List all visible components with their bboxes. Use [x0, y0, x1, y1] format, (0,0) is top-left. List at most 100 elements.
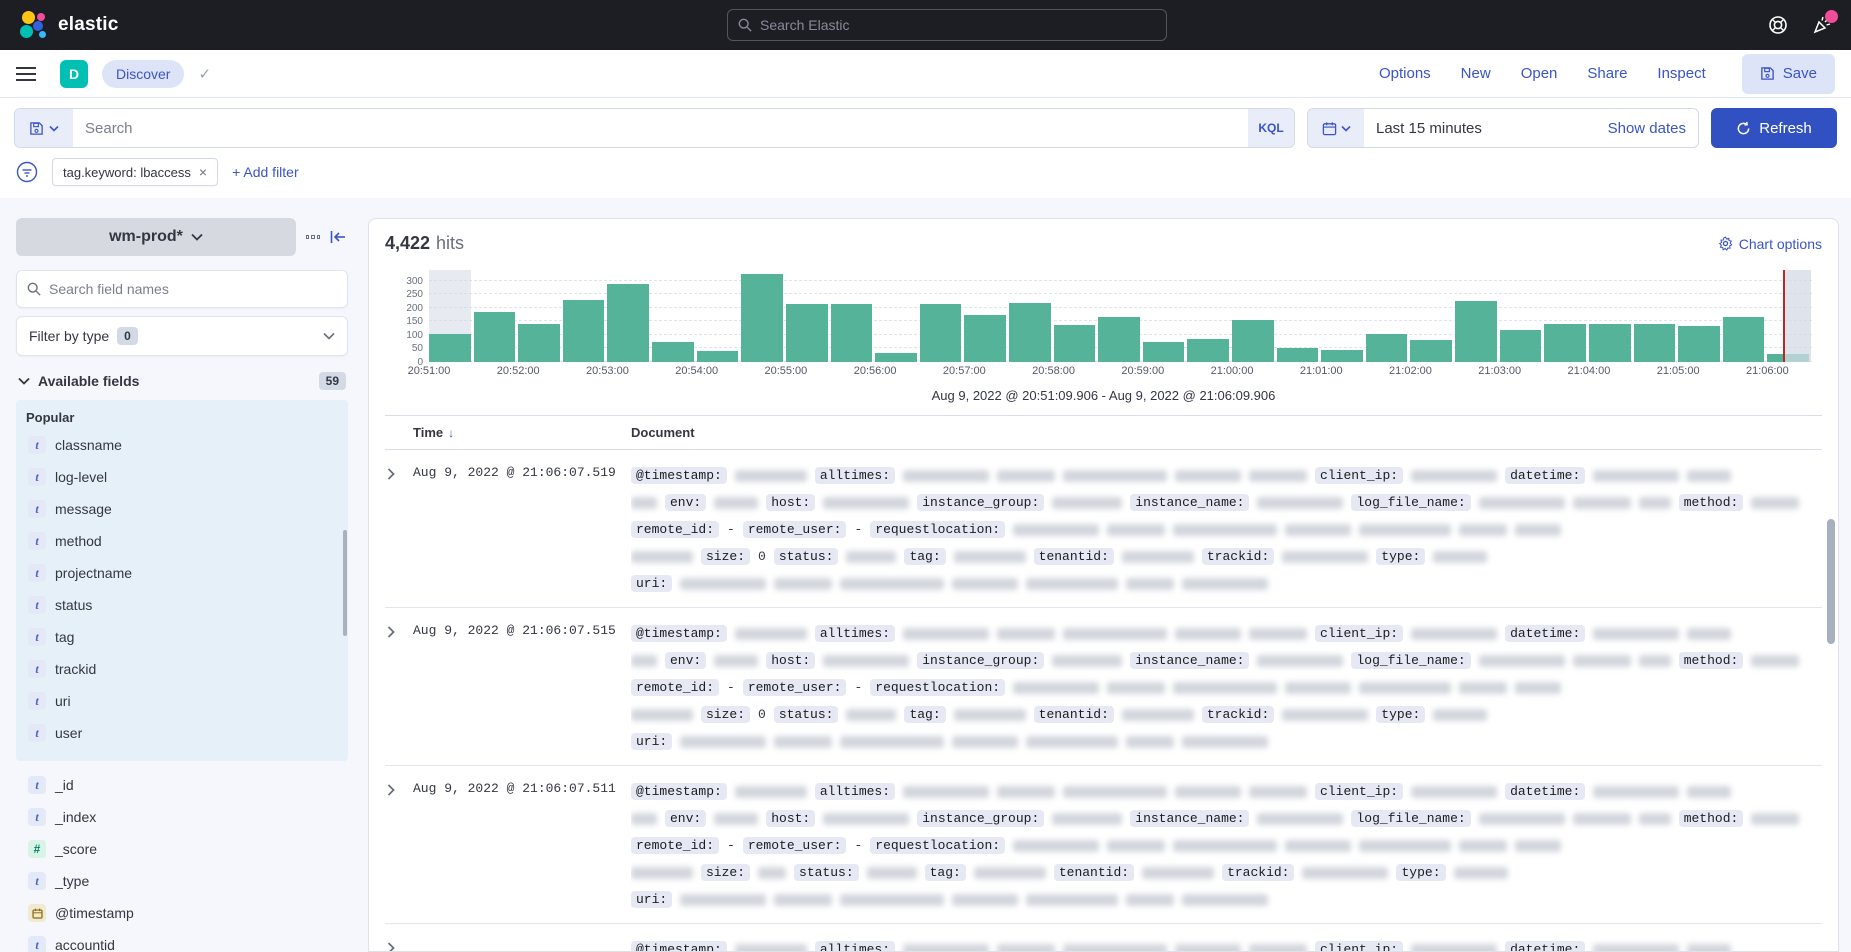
histogram-bar[interactable]: [1500, 330, 1542, 362]
field-item-trackid[interactable]: ttrackid: [26, 653, 338, 685]
histogram-bar[interactable]: [1098, 317, 1140, 362]
field-search-input[interactable]: Search field names: [16, 270, 348, 308]
row-timestamp: Aug 9, 2022 @ 21:06:07.511: [413, 778, 631, 913]
redacted-value: [1515, 840, 1561, 852]
document-row: Aug 9, 2022 @ 21:06:07.515@timestamp:all…: [385, 608, 1822, 766]
histogram-bar[interactable]: [1410, 340, 1452, 362]
elastic-logo[interactable]: elastic: [18, 10, 119, 40]
histogram-bar[interactable]: [1634, 324, 1676, 362]
chart-options-button[interactable]: Chart options: [1718, 236, 1822, 252]
global-search-input[interactable]: Search Elastic: [727, 9, 1167, 41]
inspect-link[interactable]: Inspect: [1657, 65, 1705, 82]
show-dates-button[interactable]: Show dates: [1596, 109, 1698, 147]
redacted-value: [1052, 497, 1122, 509]
available-fields-header[interactable]: Available fields 59: [16, 372, 348, 390]
field-item-accountid[interactable]: taccountid: [26, 929, 338, 952]
date-quick-menu-button[interactable]: [1308, 109, 1364, 147]
histogram-bar[interactable]: [1009, 303, 1051, 362]
menu-icon[interactable]: [16, 67, 36, 81]
add-filter-button[interactable]: + Add filter: [232, 164, 299, 180]
histogram-bar[interactable]: [1277, 348, 1319, 362]
field-item-uri[interactable]: turi: [26, 685, 338, 717]
expand-row-icon[interactable]: [385, 623, 403, 641]
field-label-badge: instance_name:: [1130, 810, 1249, 827]
histogram-bar[interactable]: [1232, 320, 1274, 362]
field-item-status[interactable]: tstatus: [26, 589, 338, 621]
histogram-bar[interactable]: [875, 353, 917, 362]
histogram-bar[interactable]: [607, 284, 649, 362]
filter-menu-icon[interactable]: [16, 161, 38, 183]
histogram-bar[interactable]: [1143, 342, 1185, 362]
results-scrollbar[interactable]: [1827, 519, 1835, 644]
filter-by-type-select[interactable]: Filter by type 0: [16, 316, 348, 356]
field-item-_index[interactable]: t_index: [26, 801, 338, 833]
time-range-value[interactable]: Last 15 minutes: [1364, 109, 1596, 147]
time-column-header[interactable]: Time ↓: [413, 425, 631, 440]
saved-query-menu-button[interactable]: [15, 109, 73, 147]
histogram-bar[interactable]: [786, 304, 828, 362]
field-item-projectname[interactable]: tprojectname: [26, 557, 338, 589]
string-field-icon: t: [28, 436, 46, 454]
field-item-_score[interactable]: #_score: [26, 833, 338, 865]
redacted-value: [1026, 894, 1118, 906]
histogram-bar[interactable]: [1544, 324, 1586, 362]
histogram-bar[interactable]: [563, 300, 605, 362]
field-item-classname[interactable]: tclassname: [26, 429, 338, 461]
histogram-bar[interactable]: [697, 351, 739, 362]
string-field-icon: t: [28, 872, 46, 890]
histogram-bar[interactable]: [1366, 334, 1408, 362]
histogram-bar[interactable]: [1678, 326, 1720, 362]
field-item-message[interactable]: tmessage: [26, 493, 338, 525]
help-icon[interactable]: [1767, 14, 1789, 36]
field-label-badge: remote_user:: [743, 837, 847, 854]
field-item-_id[interactable]: t_id: [26, 769, 338, 801]
app-nav-bar: D Discover ✓ Options New Open Share Insp…: [0, 50, 1851, 98]
redacted-value: [1433, 551, 1487, 563]
remove-filter-icon[interactable]: ×: [199, 164, 207, 180]
histogram-bar[interactable]: [1054, 325, 1096, 362]
new-link[interactable]: New: [1461, 65, 1491, 82]
options-link[interactable]: Options: [1379, 65, 1431, 82]
index-pattern-selector[interactable]: wm-prod*: [16, 218, 296, 256]
expand-row-icon[interactable]: [385, 939, 403, 952]
histogram-bar[interactable]: [1589, 324, 1631, 362]
kql-language-button[interactable]: KQL: [1248, 109, 1294, 147]
histogram-bar[interactable]: [920, 304, 962, 362]
histogram-bar[interactable]: [429, 334, 471, 362]
redacted-value: [1359, 840, 1451, 852]
histogram-bar[interactable]: [1321, 350, 1363, 362]
sidebar-scrollbar[interactable]: [343, 530, 347, 636]
field-settings-icon[interactable]: [306, 235, 320, 239]
histogram-bar[interactable]: [1455, 301, 1497, 362]
histogram-bar[interactable]: [1187, 339, 1229, 362]
field-item-@timestamp[interactable]: @timestamp: [26, 897, 338, 929]
kql-search-input[interactable]: Search KQL: [14, 108, 1295, 148]
histogram-bar[interactable]: [518, 324, 560, 362]
histogram-bar[interactable]: [831, 304, 873, 362]
breadcrumb[interactable]: Discover: [102, 60, 184, 88]
histogram-bar[interactable]: [1723, 317, 1765, 362]
popular-section-label: Popular: [26, 410, 338, 425]
expand-row-icon[interactable]: [385, 781, 403, 799]
expand-row-icon[interactable]: [385, 465, 403, 483]
refresh-button[interactable]: Refresh: [1711, 108, 1837, 148]
field-item-method[interactable]: tmethod: [26, 525, 338, 557]
save-button[interactable]: Save: [1742, 54, 1835, 94]
redacted-value: [1573, 497, 1631, 509]
histogram-bar[interactable]: [474, 312, 516, 362]
newsfeed-icon[interactable]: [1811, 14, 1833, 36]
redacted-value: [735, 786, 807, 798]
share-link[interactable]: Share: [1587, 65, 1627, 82]
histogram-bar[interactable]: [741, 274, 783, 362]
histogram-bar[interactable]: [964, 315, 1006, 362]
histogram-bar[interactable]: [652, 342, 694, 362]
field-item-user[interactable]: tuser: [26, 717, 338, 749]
date-picker[interactable]: Last 15 minutes Show dates: [1307, 108, 1699, 148]
filter-pill[interactable]: tag.keyword: lbaccess ×: [52, 158, 218, 186]
field-item-_type[interactable]: t_type: [26, 865, 338, 897]
field-item-log-level[interactable]: tlog-level: [26, 461, 338, 493]
open-link[interactable]: Open: [1521, 65, 1558, 82]
string-field-icon: t: [28, 596, 46, 614]
field-item-tag[interactable]: ttag: [26, 621, 338, 653]
collapse-sidebar-icon[interactable]: [330, 230, 346, 244]
